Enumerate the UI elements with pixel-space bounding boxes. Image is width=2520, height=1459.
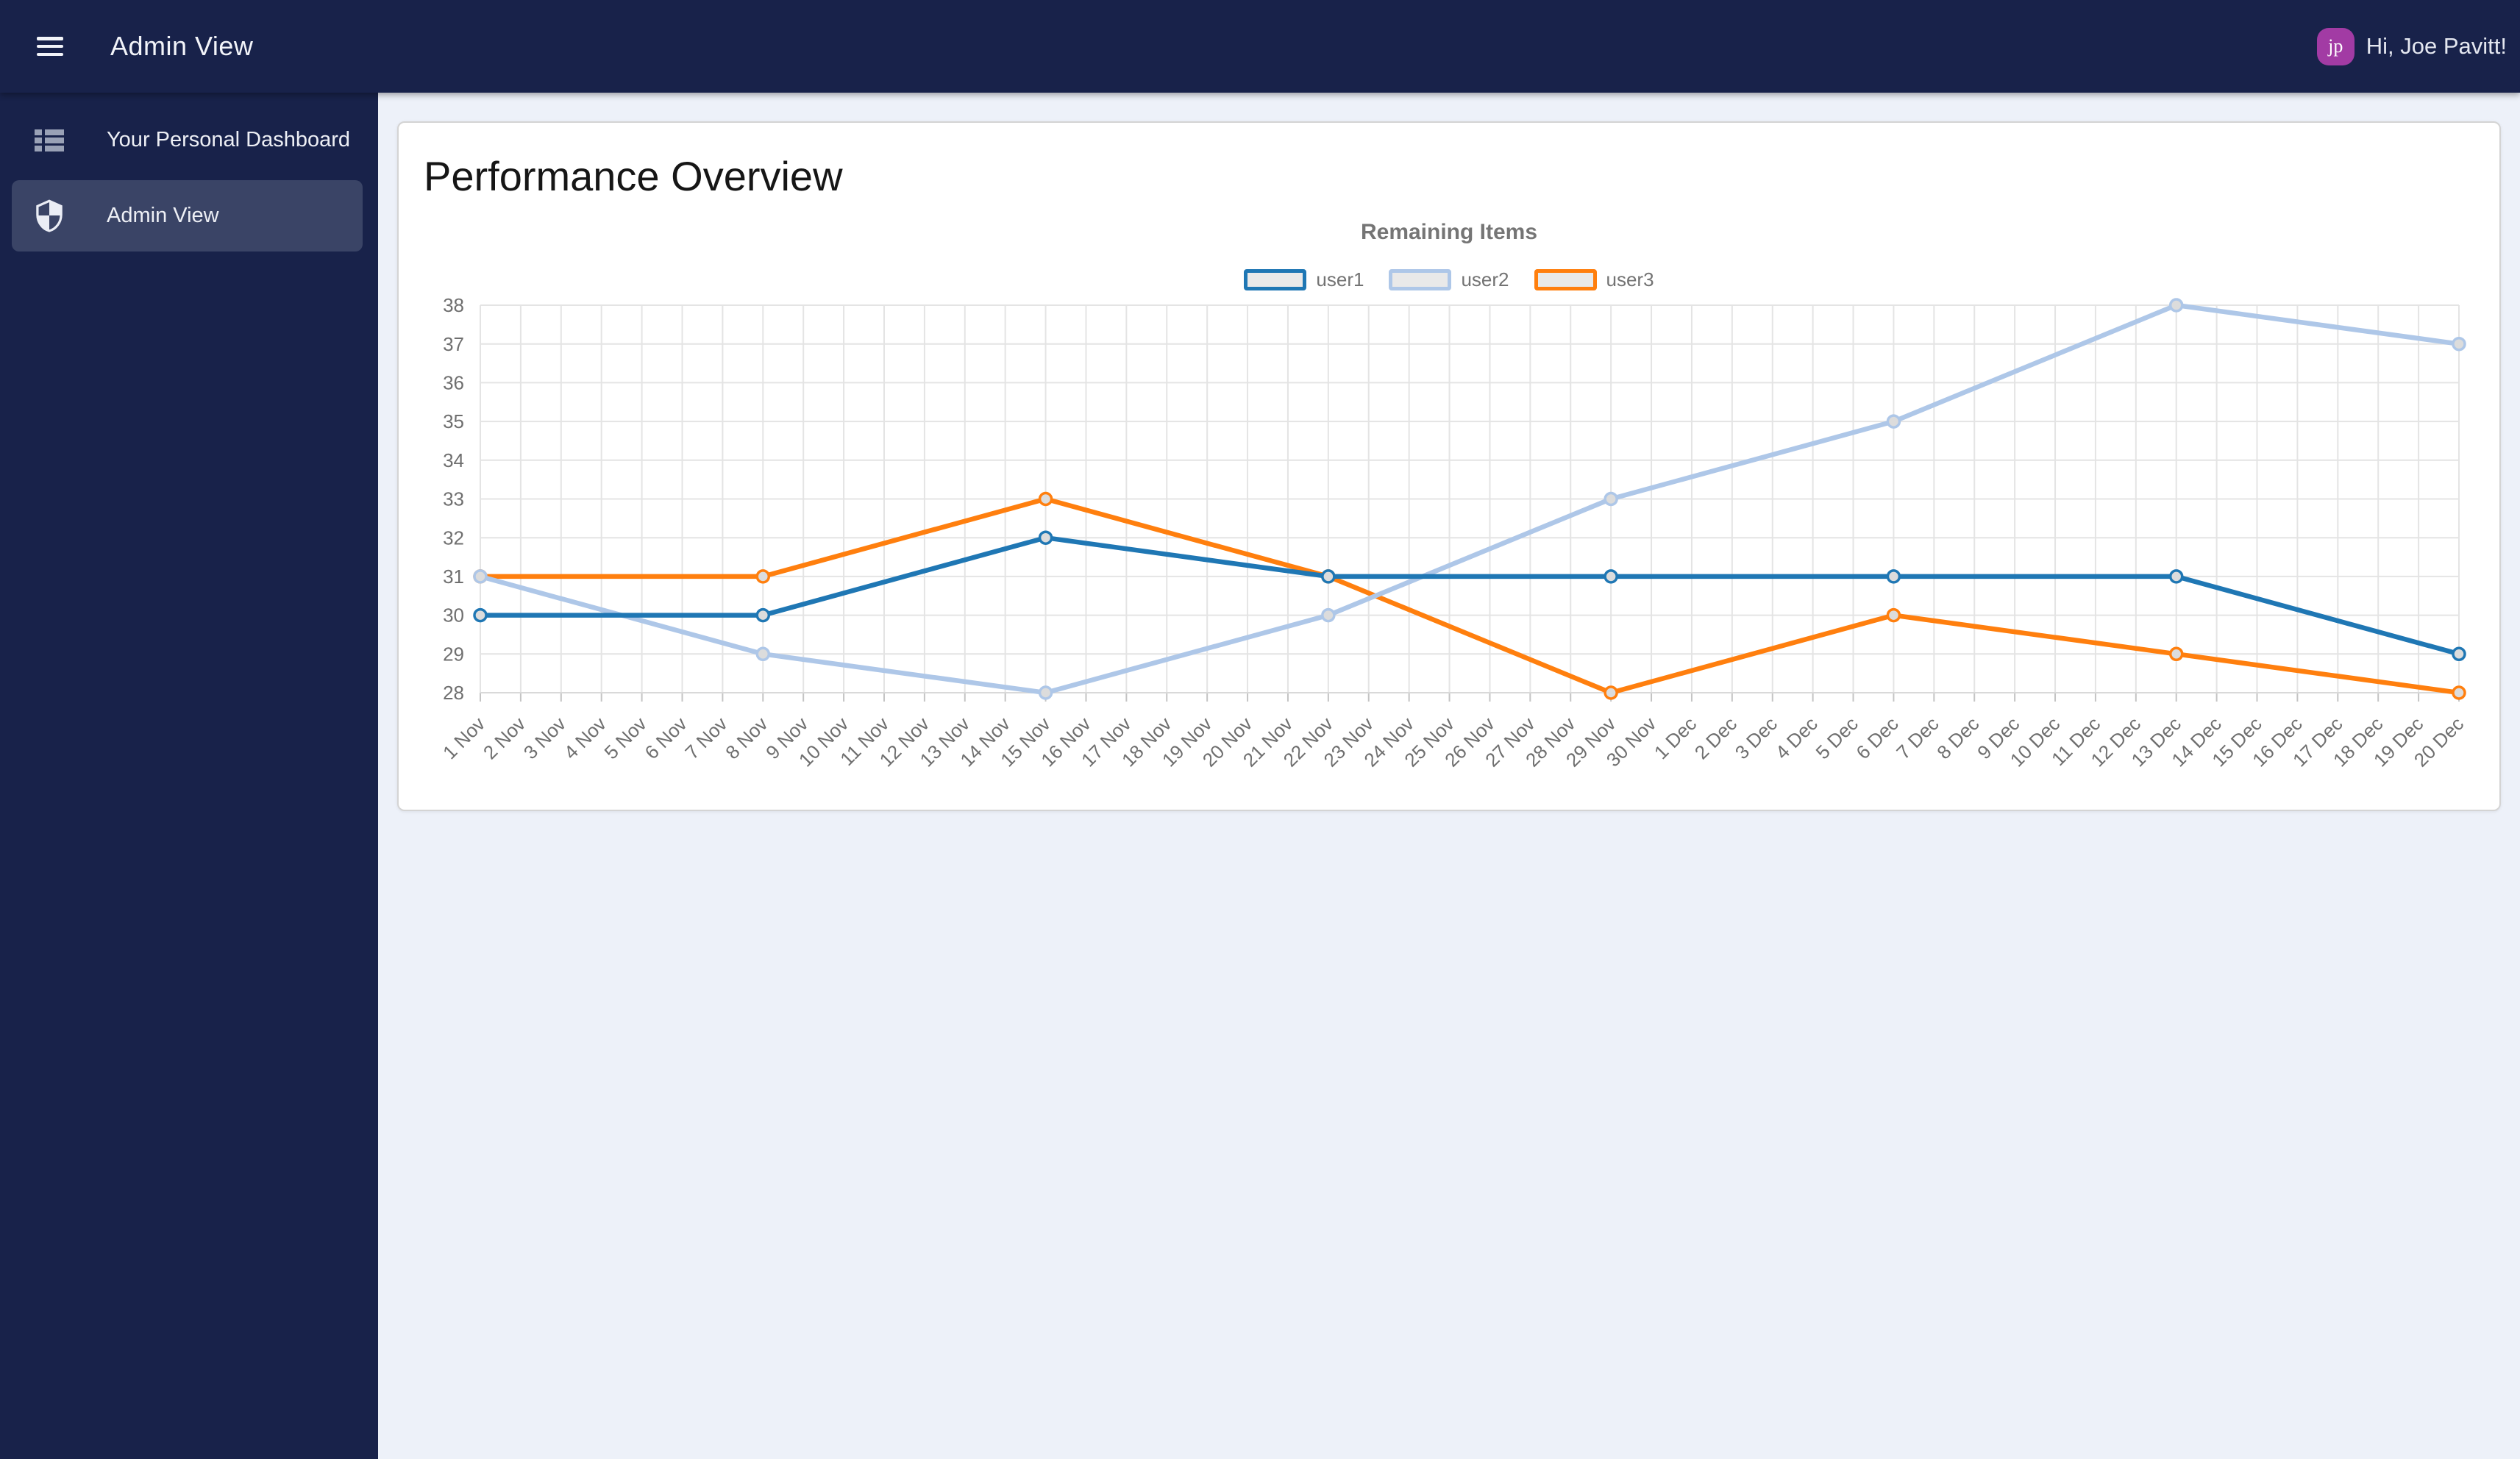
legend-item-user1[interactable]: user1 xyxy=(1244,268,1364,291)
svg-text:8 Dec: 8 Dec xyxy=(1932,713,1983,763)
performance-card: Performance Overview 28 29 30 31 32 33 34 35 36 3… xyxy=(397,121,2501,811)
svg-text:28: 28 xyxy=(443,682,464,704)
data-point-user2 xyxy=(2168,298,2184,313)
data-point-user1 xyxy=(2452,646,2466,662)
avatar-initials: jp xyxy=(2328,35,2343,57)
data-point-user1 xyxy=(755,607,771,623)
svg-text:1 Nov: 1 Nov xyxy=(438,713,489,763)
shield-icon xyxy=(31,196,68,237)
page-title: Admin View xyxy=(110,31,254,61)
x-tick-marks xyxy=(480,693,2460,702)
data-point-user1 xyxy=(1038,530,1053,545)
legend-swatch xyxy=(1389,269,1452,290)
data-point-user2 xyxy=(1321,607,1336,623)
data-point-user3 xyxy=(755,569,771,584)
sidebar-item-personal-dashboard[interactable]: Your Personal Dashboard xyxy=(0,104,378,176)
data-point-user1 xyxy=(2168,569,2184,584)
sidebar-item-label: Admin View xyxy=(107,204,219,227)
svg-text:36: 36 xyxy=(443,372,464,394)
data-point-user1 xyxy=(1321,569,1336,584)
data-point-user2 xyxy=(1886,414,1901,429)
app-header: Admin View jp Hi, Joe Pavitt! xyxy=(0,0,2520,93)
main-content: Performance Overview 28 29 30 31 32 33 34 35 36 3… xyxy=(378,93,2520,1459)
legend-label: user3 xyxy=(1606,268,1654,290)
svg-text:6 Nov: 6 Nov xyxy=(640,713,691,763)
data-point-user2 xyxy=(2452,336,2466,352)
svg-text:1 Dec: 1 Dec xyxy=(1650,713,1701,763)
data-point-user3 xyxy=(2452,685,2466,700)
data-point-user1 xyxy=(1604,569,1618,584)
svg-text:37: 37 xyxy=(443,333,464,355)
svg-text:4 Nov: 4 Nov xyxy=(560,713,611,763)
avatar[interactable]: jp xyxy=(2316,27,2355,65)
data-point-user3 xyxy=(2168,646,2184,662)
series-user1 xyxy=(473,530,2466,662)
series-user3 xyxy=(473,491,2466,700)
legend-label: user1 xyxy=(1316,268,1364,290)
series-line-user3 xyxy=(477,496,2462,696)
svg-text:8 Nov: 8 Nov xyxy=(721,713,772,763)
svg-text:32: 32 xyxy=(443,527,464,549)
y-axis-labels: 28 29 30 31 32 33 34 35 36 37 38 xyxy=(443,294,464,704)
legend-label: user2 xyxy=(1461,268,1509,290)
menu-icon[interactable] xyxy=(37,37,63,56)
data-point-user3 xyxy=(1886,607,1901,623)
svg-text:5 Nov: 5 Nov xyxy=(600,713,651,763)
legend-item-user3[interactable]: user3 xyxy=(1534,268,1654,291)
svg-text:34: 34 xyxy=(443,449,464,471)
legend-swatch xyxy=(1534,269,1597,290)
svg-text:3 Nov: 3 Nov xyxy=(519,713,570,763)
chart-title: Remaining Items xyxy=(1360,220,1538,244)
x-axis-labels: 1 Nov2 Nov3 Nov4 Nov5 Nov6 Nov7 Nov8 Nov… xyxy=(438,713,2468,771)
svg-text:6 Dec: 6 Dec xyxy=(1851,713,1902,763)
user-area: jp Hi, Joe Pavitt! xyxy=(2316,27,2507,65)
sidebar-item-admin-view[interactable]: Admin View xyxy=(12,180,363,252)
data-point-user1 xyxy=(1886,569,1901,584)
legend-item-user2[interactable]: user2 xyxy=(1389,268,1509,291)
svg-text:35: 35 xyxy=(443,410,464,432)
chart-legend: user1 user2 user3 xyxy=(399,268,2499,291)
svg-text:4 Dec: 4 Dec xyxy=(1771,713,1822,763)
svg-text:3 Dec: 3 Dec xyxy=(1731,713,1782,763)
svg-text:2 Nov: 2 Nov xyxy=(479,713,530,763)
svg-text:7 Dec: 7 Dec xyxy=(1892,713,1943,763)
sidebar: Your Personal Dashboard Admin View xyxy=(0,93,378,1459)
sidebar-item-label: Your Personal Dashboard xyxy=(107,128,351,151)
svg-text:29: 29 xyxy=(443,643,464,665)
data-point-user1 xyxy=(473,607,488,623)
svg-text:31: 31 xyxy=(443,566,464,588)
data-point-user2 xyxy=(755,646,771,662)
view-list-icon xyxy=(31,129,68,152)
svg-text:30: 30 xyxy=(443,604,464,627)
data-point-user3 xyxy=(1604,685,1618,700)
user-greeting: Hi, Joe Pavitt! xyxy=(2366,33,2507,59)
data-point-user2 xyxy=(473,569,488,584)
data-point-user2 xyxy=(1038,685,1053,700)
svg-text:33: 33 xyxy=(443,488,464,510)
svg-text:2 Dec: 2 Dec xyxy=(1690,713,1741,763)
data-point-user2 xyxy=(1604,491,1618,507)
svg-text:38: 38 xyxy=(443,294,464,316)
legend-swatch xyxy=(1244,269,1307,290)
svg-text:5 Dec: 5 Dec xyxy=(1812,713,1862,763)
data-point-user3 xyxy=(1038,491,1053,507)
svg-text:7 Nov: 7 Nov xyxy=(680,713,731,763)
